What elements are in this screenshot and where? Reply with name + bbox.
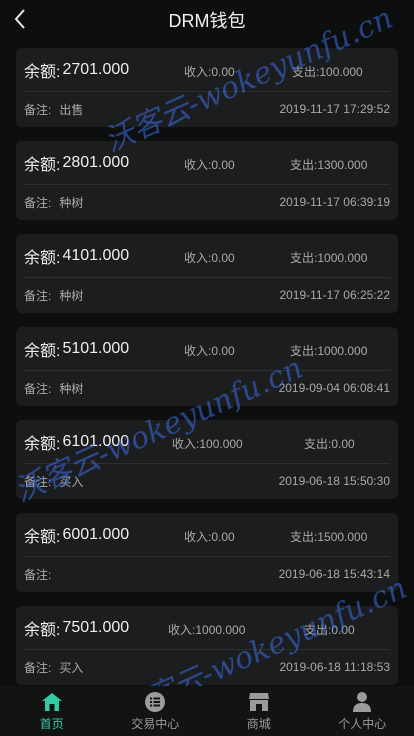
balance-value: 6001.000	[62, 525, 130, 543]
note-text: 备注: 出售	[24, 102, 84, 117]
tab-label: 交易中心	[131, 716, 180, 731]
balance-value: 2801.000	[62, 153, 130, 171]
user-icon	[351, 691, 373, 713]
tab-trade-center[interactable]: 交易中心	[104, 686, 208, 736]
note-text: 备注: 种树	[24, 195, 84, 210]
expense-text: 支出:100.000	[292, 65, 363, 79]
balance-label: 余额:	[24, 342, 61, 360]
note-text: 备注: 种树	[24, 288, 84, 303]
transaction-card[interactable]: 余额: 7501.000 收入:1000.000 支出:0.00 备注: 买入 2…	[16, 606, 398, 685]
back-button[interactable]	[8, 5, 32, 33]
transaction-card[interactable]: 余额: 6101.000 收入:100.000 支出:0.00 备注: 买入 20…	[16, 420, 398, 499]
balance-label: 余额:	[24, 63, 61, 81]
store-icon	[248, 691, 270, 713]
home-icon	[41, 691, 63, 713]
balance-value: 5101.000	[62, 339, 130, 357]
timestamp: 2019-09-04 06:08:41	[278, 381, 390, 395]
note-text: 备注:	[24, 567, 52, 582]
app-header: DRM钱包	[0, 0, 414, 40]
note-text: 备注: 买入	[24, 660, 84, 675]
balance-label: 余额:	[24, 528, 61, 546]
note-text: 备注: 买入	[24, 474, 84, 489]
transaction-card[interactable]: 余额: 6001.000 收入:0.00 支出:1500.000 备注: 201…	[16, 513, 398, 592]
tab-profile[interactable]: 个人中心	[311, 686, 414, 736]
transaction-card[interactable]: 余额: 5101.000 收入:0.00 支出:1000.000 备注: 种树 2…	[16, 327, 398, 406]
expense-text: 支出:1000.000	[290, 344, 368, 358]
balance-value: 7501.000	[62, 618, 130, 636]
tab-home[interactable]: 首页	[0, 686, 104, 736]
income-text: 收入:0.00	[184, 344, 235, 358]
list-icon	[144, 691, 166, 713]
tab-label: 商城	[246, 716, 271, 731]
timestamp: 2019-11-17 06:39:19	[279, 195, 390, 209]
expense-text: 支出:0.00	[304, 437, 355, 451]
timestamp: 2019-11-17 06:25:22	[279, 288, 390, 302]
tab-label: 个人中心	[338, 716, 387, 731]
balance-label: 余额:	[24, 435, 61, 453]
expense-text: 支出:1500.000	[290, 530, 368, 544]
bottom-tab-bar: 首页 交易中心 商城 个人中心	[0, 686, 414, 736]
timestamp: 2019-06-18 11:18:53	[279, 660, 390, 674]
tab-label: 首页	[39, 716, 64, 731]
transaction-list: 余额: 2701.000 收入:0.00 支出:100.000 备注: 出售 20…	[16, 48, 398, 699]
transaction-card[interactable]: 余额: 2701.000 收入:0.00 支出:100.000 备注: 出售 20…	[16, 48, 398, 127]
income-text: 收入:0.00	[184, 251, 235, 265]
income-text: 收入:0.00	[184, 158, 235, 172]
timestamp: 2019-06-18 15:50:30	[278, 474, 390, 488]
balance-label: 余额:	[24, 156, 61, 174]
timestamp: 2019-06-18 15:43:14	[278, 567, 390, 581]
transaction-card[interactable]: 余额: 4101.000 收入:0.00 支出:1000.000 备注: 种树 2…	[16, 234, 398, 313]
expense-text: 支出:1000.000	[290, 251, 368, 265]
expense-text: 支出:1300.000	[290, 158, 368, 172]
income-text: 收入:0.00	[184, 65, 235, 79]
note-text: 备注: 种树	[24, 381, 84, 396]
income-text: 收入:1000.000	[168, 623, 246, 637]
income-text: 收入:100.000	[172, 437, 243, 451]
page-title: DRM钱包	[168, 11, 246, 31]
balance-value: 6101.000	[62, 432, 130, 450]
expense-text: 支出:0.00	[304, 623, 355, 637]
tab-store[interactable]: 商城	[207, 686, 311, 736]
balance-value: 4101.000	[62, 246, 130, 264]
balance-value: 2701.000	[62, 60, 130, 78]
balance-label: 余额:	[24, 621, 61, 639]
transaction-card[interactable]: 余额: 2801.000 收入:0.00 支出:1300.000 备注: 种树 2…	[16, 141, 398, 220]
timestamp: 2019-11-17 17:29:52	[279, 102, 390, 116]
chevron-left-icon	[14, 9, 25, 29]
balance-label: 余额:	[24, 249, 61, 267]
income-text: 收入:0.00	[184, 530, 235, 544]
